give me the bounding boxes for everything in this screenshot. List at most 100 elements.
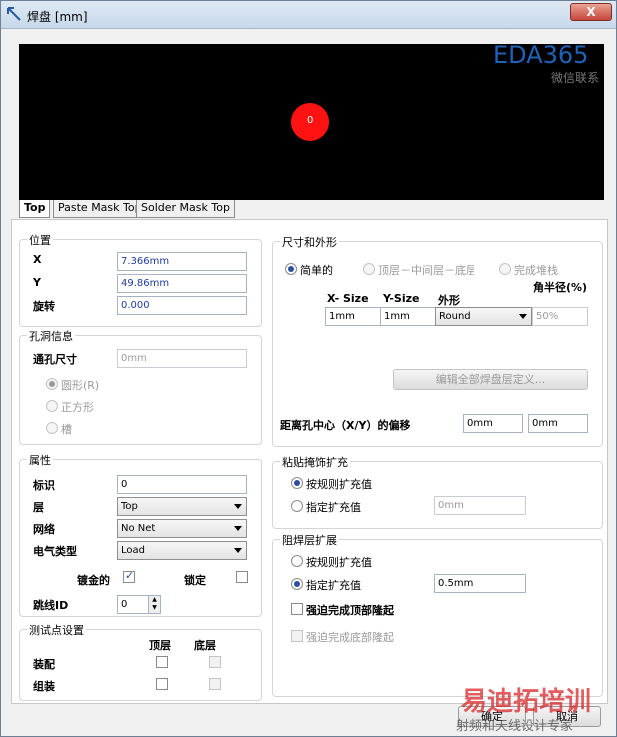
- hole-shape-round-label: 圆形(R): [61, 379, 100, 392]
- pad-dialog: 焊盘 [mm] X 0 Top Paste Mask Top Solder Ma…: [0, 0, 617, 737]
- paste-mask-title: 粘贴掩饰扩充: [280, 454, 350, 470]
- watermark-wechat: 微信联系: [551, 71, 600, 85]
- watermark-slogan: 射频和天线设计专家: [456, 719, 574, 734]
- solder-specify-input[interactable]: 0.5mm: [434, 574, 526, 593]
- solder-specify-radio[interactable]: [291, 578, 303, 590]
- window-title: 焊盘 [mm]: [27, 10, 88, 24]
- ysize-input[interactable]: 1mm: [380, 307, 436, 326]
- fabrication-top-checkbox[interactable]: [156, 678, 168, 690]
- force-top-tenting-checkbox[interactable]: [291, 603, 303, 615]
- app-logo-icon: [7, 7, 21, 21]
- electrical-type-value: Load: [121, 545, 145, 556]
- shape-mode-tmb-label: 顶层－中间层－底层: [378, 264, 474, 277]
- shape-select-value: Round: [439, 311, 471, 322]
- properties-title: 属性: [27, 452, 53, 468]
- y-input[interactable]: 49.86mm: [117, 274, 247, 293]
- chevron-down-icon: [234, 548, 242, 553]
- testpoint-bottom-header: 底层: [194, 639, 216, 652]
- net-select[interactable]: No Net: [117, 519, 247, 538]
- rotation-input[interactable]: 0.000: [117, 296, 247, 315]
- hole-shape-square-radio[interactable]: [46, 400, 58, 412]
- shape-mode-tmb-radio[interactable]: [363, 263, 375, 275]
- location-group: 位置 X 7.366mm Y 49.86mm 旋转 0.000: [19, 232, 262, 327]
- shape-mode-fullstack-radio[interactable]: [499, 263, 511, 275]
- pad-designator-label: 0: [307, 115, 314, 126]
- net-label: 网络: [33, 523, 55, 536]
- edit-all-pad-layers-button[interactable]: 编辑全部焊盘层定义...: [393, 369, 588, 390]
- jumper-id-input[interactable]: 0 ▲ ▼: [117, 595, 161, 614]
- chevron-down-icon: [234, 504, 242, 509]
- designator-input[interactable]: 0: [117, 475, 247, 494]
- paste-specify-label: 指定扩充值: [306, 501, 361, 514]
- hole-info-title: 孔洞信息: [27, 328, 75, 344]
- corner-radius-input[interactable]: 50%: [532, 307, 588, 326]
- force-bottom-tenting-checkbox[interactable]: [291, 630, 303, 642]
- paste-specify-input[interactable]: 0mm: [434, 496, 526, 515]
- hole-size-label: 通孔尺寸: [33, 353, 77, 366]
- y-label: Y: [33, 276, 41, 289]
- hole-shape-slot-radio[interactable]: [46, 422, 58, 434]
- fabrication-bottom-checkbox[interactable]: [209, 678, 221, 690]
- electrical-type-select[interactable]: Load: [117, 541, 247, 560]
- spinner-arrows-icon[interactable]: ▲ ▼: [148, 596, 160, 613]
- assembly-bottom-checkbox[interactable]: [209, 656, 221, 668]
- tab-solder-mask-top[interactable]: Solder Mask Top: [136, 200, 235, 218]
- force-top-tenting-label: 强迫完成顶部隆起: [306, 604, 394, 617]
- testpoint-top-header: 顶层: [149, 639, 171, 652]
- ysize-header: Y-Size: [383, 292, 420, 305]
- xsize-header: X- Size: [327, 292, 369, 305]
- shape-select[interactable]: Round: [435, 307, 532, 326]
- location-title: 位置: [27, 232, 53, 248]
- layer-label: 层: [33, 501, 44, 514]
- hole-shape-round-radio[interactable]: [46, 378, 58, 390]
- layer-select[interactable]: Top: [117, 497, 247, 516]
- plated-label: 镀金的: [77, 574, 110, 587]
- hole-info-group: 孔洞信息 通孔尺寸 0mm 圆形(R) 正方形 槽: [19, 328, 262, 445]
- size-shape-title: 尺寸和外形: [280, 234, 339, 250]
- corner-radius-label: 角半径(%): [533, 281, 588, 294]
- chevron-down-icon: [234, 526, 242, 531]
- size-shape-group: 尺寸和外形 简单的 顶层－中间层－底层 完成堆栈 角半径(%) X- Size …: [272, 234, 603, 447]
- shape-mode-fullstack-label: 完成堆栈: [514, 264, 558, 277]
- testpoint-title: 测试点设置: [27, 622, 86, 638]
- shape-mode-simple-label: 简单的: [300, 264, 333, 277]
- electrical-type-label: 电气类型: [33, 545, 77, 558]
- assembly-top-checkbox[interactable]: [156, 656, 168, 668]
- testpoint-group: 测试点设置 顶层 底层 装配 组装: [19, 622, 262, 701]
- solder-mask-title: 阻焊层扩展: [280, 532, 339, 548]
- x-label: X: [33, 253, 42, 266]
- locked-checkbox[interactable]: [236, 571, 248, 583]
- offset-x-input[interactable]: 0mm: [463, 414, 523, 433]
- properties-group: 属性 标识 0 层 Top 网络 No Net 电气类型 Load 镀金的 锁定…: [19, 452, 262, 617]
- force-bottom-tenting-label: 强迫完成底部隆起: [306, 631, 394, 644]
- layer-select-value: Top: [121, 501, 138, 512]
- jumper-id-label: 跳线ID: [33, 599, 69, 612]
- shape-header: 外形: [438, 294, 460, 307]
- solder-by-rule-radio[interactable]: [291, 555, 303, 567]
- x-input[interactable]: 7.366mm: [117, 252, 247, 271]
- title-bar: 焊盘 [mm] X: [1, 1, 616, 29]
- offset-y-input[interactable]: 0mm: [528, 414, 588, 433]
- solder-mask-group: 阻焊层扩展 按规则扩充值 指定扩充值 0.5mm 强迫完成顶部隆起 强迫完成底部…: [272, 532, 603, 697]
- paste-mask-group: 粘贴掩饰扩充 按规则扩充值 指定扩充值 0mm: [272, 454, 603, 529]
- locked-label: 锁定: [184, 574, 206, 587]
- close-button[interactable]: X: [570, 3, 612, 21]
- watermark-eda365: EDA365: [493, 41, 589, 69]
- solder-specify-label: 指定扩充值: [306, 579, 361, 592]
- paste-by-rule-label: 按规则扩充值: [306, 478, 372, 491]
- shape-mode-simple-radio[interactable]: [285, 263, 297, 275]
- solder-by-rule-label: 按规则扩充值: [306, 556, 372, 569]
- assembly-label: 装配: [33, 658, 55, 671]
- hole-size-input[interactable]: 0mm: [117, 349, 247, 368]
- hole-shape-square-label: 正方形: [61, 401, 94, 414]
- fabrication-label: 组装: [33, 680, 55, 693]
- offset-label: 距离孔中心（X/Y）的偏移: [280, 419, 411, 432]
- xsize-input[interactable]: 1mm: [325, 307, 381, 326]
- plated-checkbox[interactable]: [123, 569, 135, 583]
- tab-top[interactable]: Top: [19, 200, 51, 218]
- rotation-label: 旋转: [33, 300, 55, 313]
- paste-specify-radio[interactable]: [291, 500, 303, 512]
- tab-paste-mask-top[interactable]: Paste Mask Top: [53, 200, 147, 218]
- paste-by-rule-radio[interactable]: [291, 477, 303, 489]
- chevron-down-icon: [519, 314, 527, 319]
